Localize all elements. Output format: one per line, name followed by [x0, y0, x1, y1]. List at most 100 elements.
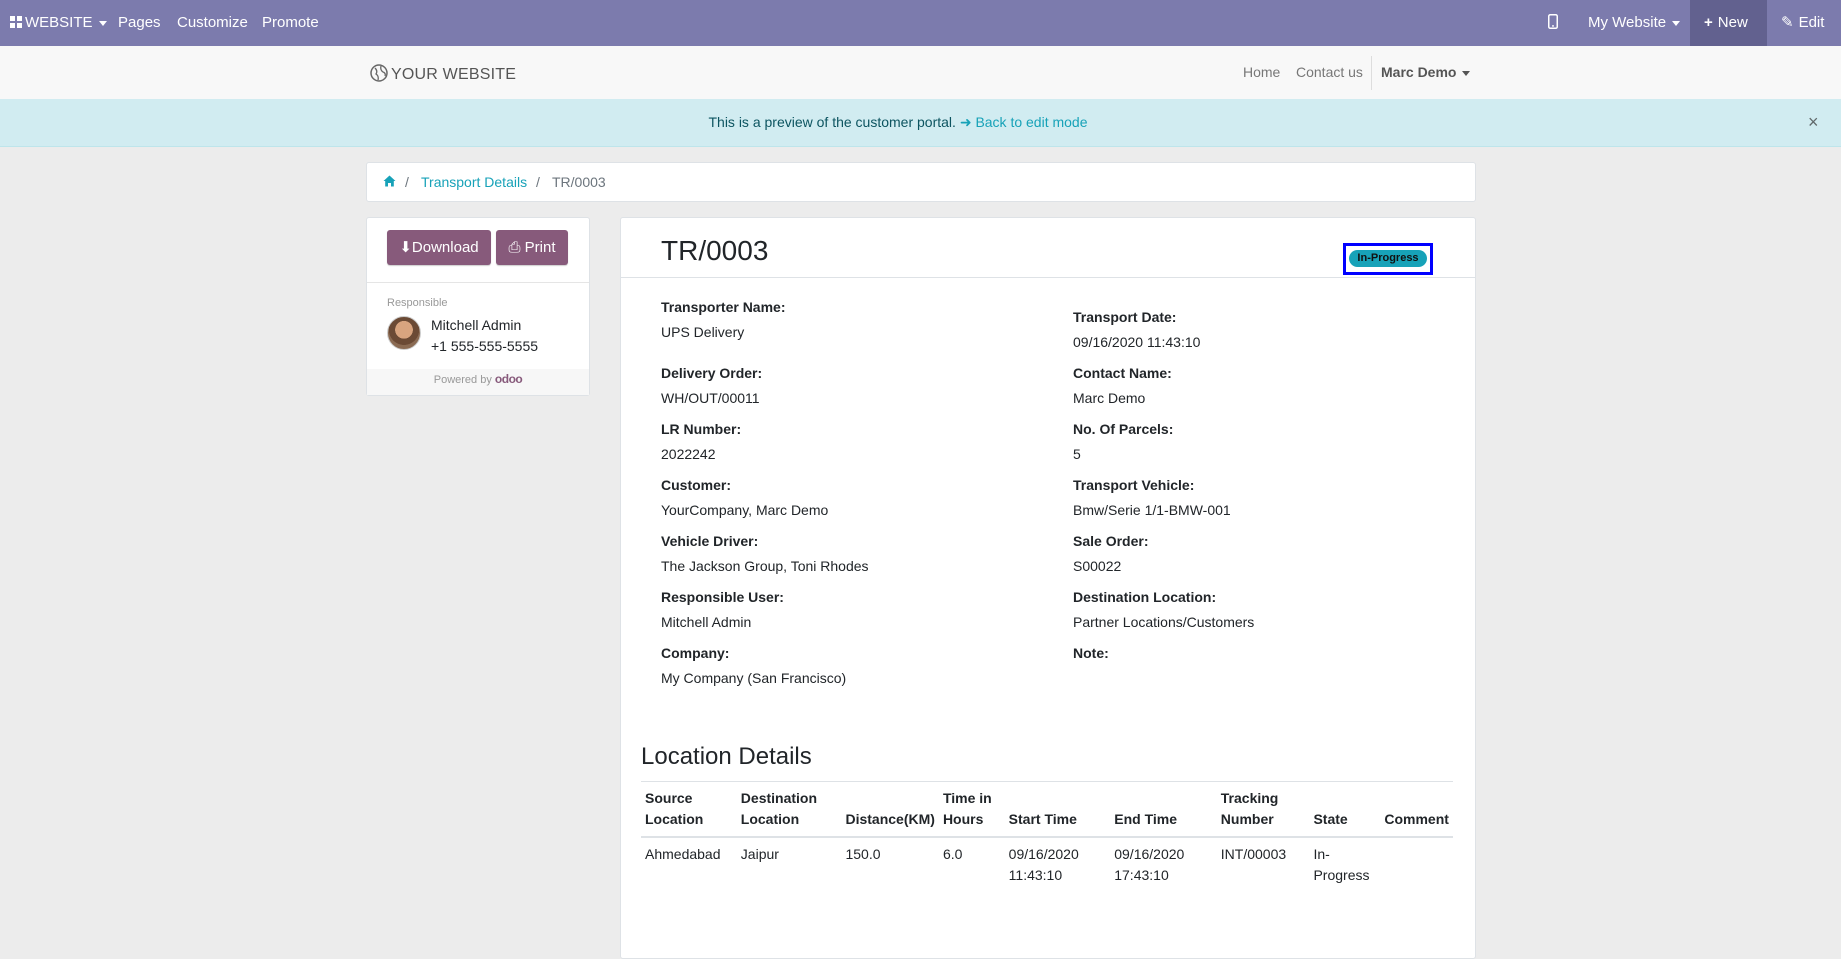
status-badge: In-Progress — [1349, 250, 1427, 267]
banner-message: This is a preview of the customer portal… — [708, 114, 956, 130]
field-label-delivery-order: Delivery Order: — [661, 365, 763, 381]
table-cell-text: 09/16/2020 — [1114, 846, 1185, 862]
field-value-delivery-order: WH/OUT/00011 — [661, 390, 760, 406]
download-label: Download — [411, 239, 479, 256]
breadcrumb-transport-details[interactable]: Transport Details — [421, 174, 527, 190]
column-header-text: Distance(KM) — [845, 811, 935, 827]
website-menu-label: WEBSITE — [25, 14, 93, 31]
field-label-company: Company: — [661, 645, 730, 661]
powered-by: Powered by odoo — [367, 369, 589, 395]
field-value-transport-date: 09/16/2020 11:43:10 — [1073, 334, 1201, 350]
field-value-vehicle-driver: The Jackson Group, Toni Rhodes — [661, 558, 869, 574]
pages-menu[interactable]: Pages — [118, 0, 161, 46]
plus-icon: + — [1704, 14, 1713, 31]
table-cell-text: Progress — [1313, 867, 1370, 883]
status-badge-highlight: In-Progress — [1343, 243, 1433, 275]
location-details-table: Source Location Destination Location Distanc… — [641, 781, 1453, 892]
home-icon[interactable] — [383, 174, 396, 190]
field-label-lr-number: LR Number: — [661, 421, 742, 437]
table-cell-text: 09/16/2020 — [1008, 846, 1079, 862]
new-button[interactable]: + New — [1690, 0, 1767, 46]
table-cell-text: 17:43:10 — [1114, 867, 1169, 883]
download-button[interactable]: ⬇Download — [387, 230, 491, 265]
field-label-note: Note: — [1073, 645, 1109, 661]
sidebar-card: ⬇Download ⎙ Print Responsible Mitchell A… — [366, 217, 590, 396]
table-cell-text: 6.0 — [942, 846, 963, 862]
table-cell-text: In- — [1313, 846, 1330, 862]
column-header: End Time — [1110, 781, 1217, 838]
edit-button-label: Edit — [1798, 14, 1825, 31]
nav-contact-us[interactable]: Contact us — [1296, 64, 1363, 80]
breadcrumb-separator: / — [405, 174, 409, 190]
field-value-sale-order: S00022 — [1073, 558, 1122, 574]
table-cell: 150.0 — [841, 837, 938, 892]
field-label-destination-location: Destination Location: — [1073, 589, 1217, 605]
website-menu[interactable]: WEBSITE — [10, 0, 107, 46]
mobile-preview-button[interactable] — [1548, 0, 1558, 46]
column-header: State — [1309, 781, 1381, 838]
promote-menu[interactable]: Promote — [262, 0, 319, 46]
table-cell: 6.0 — [939, 837, 1005, 892]
field-value-no-of-parcels: 5 — [1073, 446, 1081, 462]
responsible-label: Responsible — [387, 297, 448, 309]
field-label-responsible-user: Responsible User: — [661, 589, 784, 605]
breadcrumb-separator: / — [536, 174, 540, 190]
new-button-label: New — [1717, 14, 1748, 31]
table-cell: INT/00003 — [1217, 837, 1310, 892]
field-value-company: My Company (San Francisco) — [661, 670, 847, 686]
table-header-row: Source Location Destination Location Distanc… — [641, 781, 1453, 838]
apps-grid-icon — [10, 16, 22, 28]
responsible-phone: +1 555-555-5555 — [431, 338, 539, 354]
chevron-down-icon — [1462, 70, 1471, 76]
responsible-name: Mitchell Admin — [431, 317, 522, 333]
download-icon: ⬇ — [399, 239, 412, 256]
print-button[interactable]: ⎙ Print — [496, 230, 568, 265]
column-header: Distance(KM) — [841, 781, 939, 838]
customize-menu[interactable]: Customize — [177, 0, 248, 46]
table-cell-text: 150.0 — [845, 846, 881, 862]
breadcrumb-current: TR/0003 — [552, 174, 606, 190]
user-menu[interactable]: Marc Demo — [1381, 64, 1471, 80]
column-header-text: Location — [645, 811, 704, 827]
column-header-text: Destination — [740, 790, 818, 806]
table-row: Ahmedabad Jaipur 150.0 6.0 09/16/2020 11:43:1… — [641, 837, 1453, 892]
back-to-edit-label: Back to edit mode — [975, 114, 1088, 130]
column-header-text: End Time — [1114, 811, 1177, 827]
column-header-text: Start Time — [1008, 811, 1077, 827]
column-header-text: Hours — [942, 811, 984, 827]
column-header-text: Source — [645, 790, 693, 806]
back-to-edit-link[interactable]: ➜ Back to edit mode — [960, 114, 1088, 130]
globe-icon — [370, 64, 388, 82]
arrow-right-icon: ➜ — [959, 114, 972, 130]
table-cell: Jaipur — [737, 837, 842, 892]
table-cell-text: 11:43:10 — [1008, 867, 1063, 883]
odoo-logo[interactable]: odoo — [495, 372, 523, 386]
column-header: Tracking Number — [1216, 781, 1310, 838]
column-header-text: State — [1313, 811, 1348, 827]
field-value-destination-location: Partner Locations/Customers — [1073, 614, 1255, 630]
location-details-title: Location Details — [641, 743, 812, 770]
table-cell-text: Ahmedabad — [645, 846, 721, 862]
column-header: Start Time — [1004, 781, 1111, 838]
print-icon: ⎙ — [508, 239, 521, 256]
field-value-transporter-name: UPS Delivery — [661, 324, 745, 340]
nav-divider — [1371, 56, 1372, 90]
field-value-responsible-user: Mitchell Admin — [661, 614, 752, 630]
field-value-customer: YourCompany, Marc Demo — [661, 502, 829, 518]
my-website-dropdown[interactable]: My Website — [1588, 0, 1681, 46]
column-header: Destination Location — [736, 781, 842, 838]
admin-top-bar: WEBSITE Pages Customize Promote My Websi… — [0, 0, 1841, 46]
column-header-text: Comment — [1384, 811, 1449, 827]
field-value-contact-name: Marc Demo — [1073, 390, 1146, 406]
edit-button[interactable]: ✎ Edit — [1781, 0, 1824, 46]
field-label-contact-name: Contact Name: — [1073, 365, 1172, 381]
logo-text: YOUR WEBSITE — [391, 66, 517, 83]
powered-by-label: Powered by — [433, 374, 492, 386]
column-header: Time in Hours — [938, 781, 1005, 838]
field-label-customer: Customer: — [661, 477, 732, 493]
column-header-text: Number — [1220, 811, 1274, 827]
nav-home[interactable]: Home — [1243, 64, 1280, 80]
website-logo[interactable]: YOUR WEBSITE — [370, 64, 516, 84]
close-icon[interactable]: × — [1808, 112, 1819, 133]
header-divider — [621, 277, 1475, 278]
